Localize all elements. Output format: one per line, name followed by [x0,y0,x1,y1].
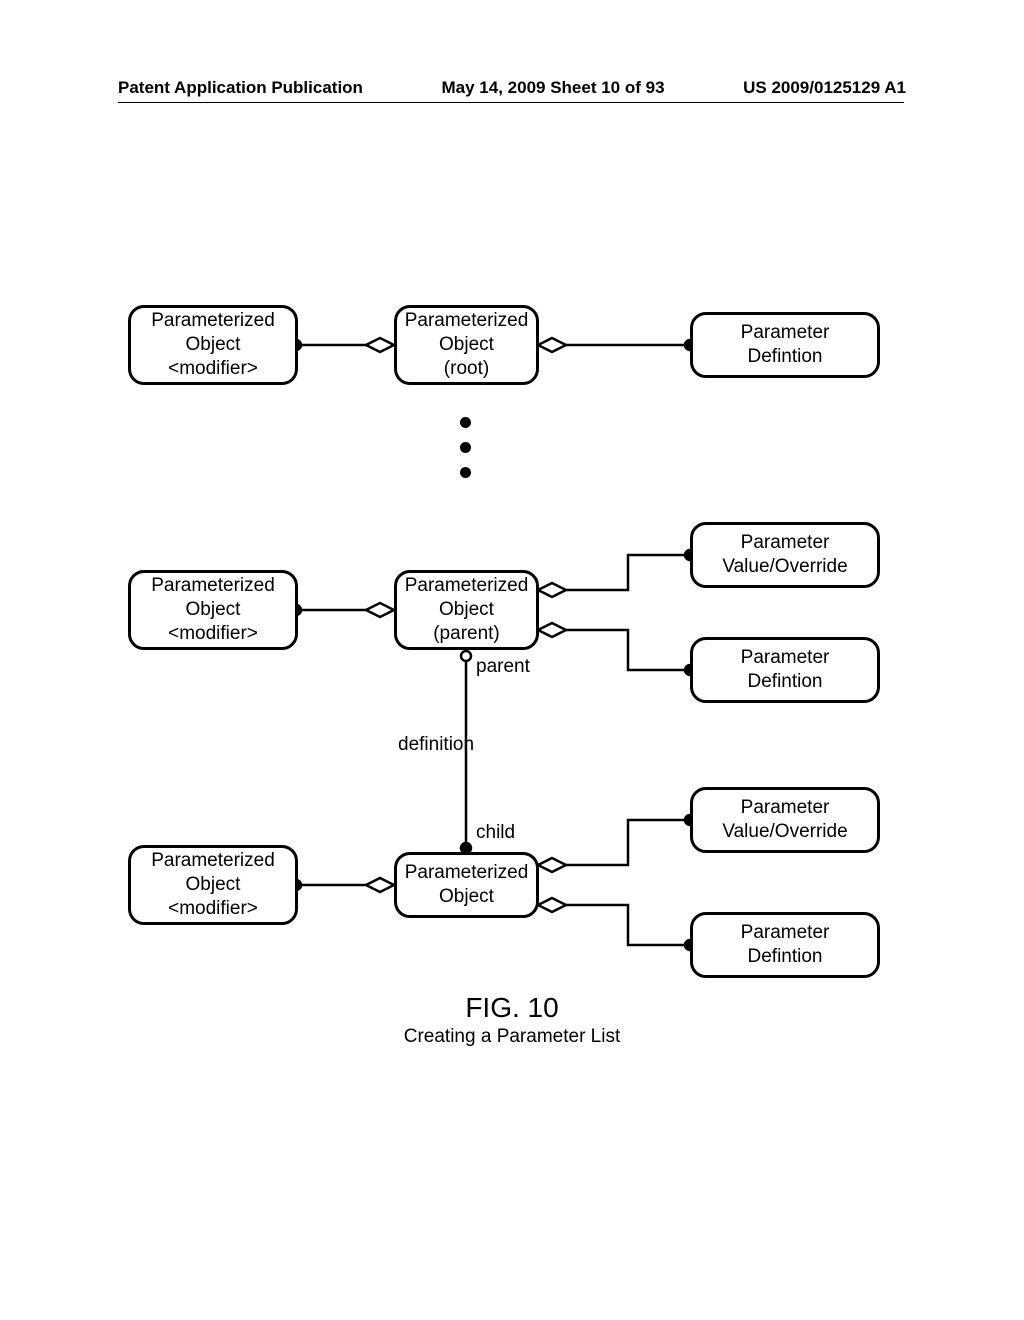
box-text: Defintion [748,670,823,694]
box-r2-definition: Parameter Defintion [690,637,880,703]
box-text: Object [439,598,494,622]
box-r1-modifier: Parameterized Object <modifier> [128,305,298,385]
header-right: US 2009/0125129 A1 [743,78,906,98]
box-r3-definition: Parameter Defintion [690,912,880,978]
figure-title: FIG. 10 [118,992,906,1024]
box-text: Value/Override [722,555,847,579]
box-r3-value-override: Parameter Value/Override [690,787,880,853]
box-text: <modifier> [168,357,258,381]
box-text: Parameterized [151,574,275,598]
box-text: Defintion [748,945,823,969]
box-text: <modifier> [168,622,258,646]
box-r3-modifier: Parameterized Object <modifier> [128,845,298,925]
box-text: Defintion [748,345,823,369]
box-text: Parameter [741,646,830,670]
box-text: Parameterized [151,849,275,873]
ellipsis-dots [460,410,471,485]
box-text: Object [439,333,494,357]
box-text: Object [439,885,494,909]
box-text: (parent) [433,622,500,646]
box-text: Parameter [741,796,830,820]
box-text: Parameter [741,321,830,345]
box-text: (root) [444,357,489,381]
box-text: Object [186,873,241,897]
uml-diagram: Parameterized Object <modifier> Paramete… [118,300,906,1080]
figure-subtitle: Creating a Parameter List [118,1026,906,1048]
header-center: May 14, 2009 Sheet 10 of 93 [442,78,665,98]
box-text: <modifier> [168,897,258,921]
box-text: Parameterized [405,574,529,598]
box-text: Value/Override [722,820,847,844]
box-r2-parent: Parameterized Object (parent) [394,570,539,650]
label-parent: parent [476,656,530,678]
box-text: Parameter [741,531,830,555]
box-r1-definition: Parameter Defintion [690,312,880,378]
label-definition: definition [398,734,474,756]
box-text: Object [186,333,241,357]
box-r3-object: Parameterized Object [394,852,539,918]
box-text: Object [186,598,241,622]
box-r2-value-override: Parameter Value/Override [690,522,880,588]
box-text: Parameter [741,921,830,945]
box-r1-root: Parameterized Object (root) [394,305,539,385]
label-child: child [476,822,515,844]
box-r2-modifier: Parameterized Object <modifier> [128,570,298,650]
box-text: Parameterized [151,309,275,333]
box-text: Parameterized [405,309,529,333]
header-left: Patent Application Publication [118,78,363,98]
box-text: Parameterized [405,861,529,885]
header-rule [118,102,904,103]
